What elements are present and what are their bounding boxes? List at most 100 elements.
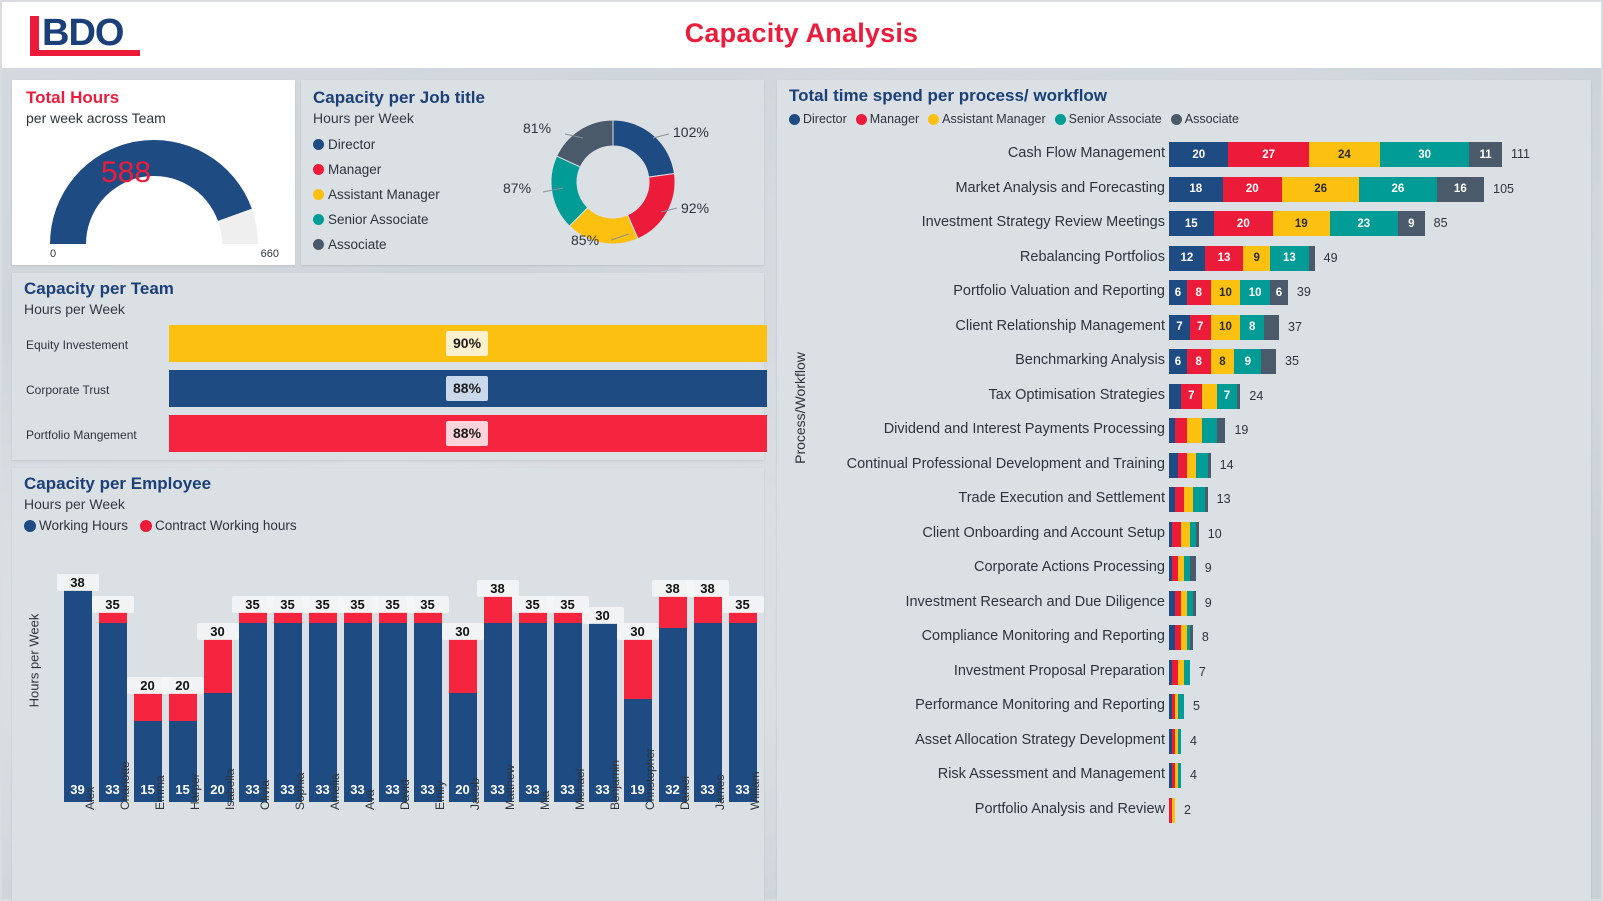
process-stacked-bar[interactable] bbox=[1169, 728, 1181, 754]
process-stacked-bar[interactable] bbox=[1169, 487, 1208, 512]
process-total-label: 10 bbox=[1207, 526, 1222, 541]
process-bar-segment bbox=[1216, 418, 1226, 443]
process-stacked-bar[interactable]: 7 7 10 8 bbox=[1169, 314, 1279, 340]
employee-bar-chart: 39 38 Alex 33 35 Charlotte 15 20 Emma 15 20 Harper 2… bbox=[56, 540, 764, 840]
dashboard-body: Total Hours per week across Team 588 0 6… bbox=[2, 68, 1601, 901]
employee-name-label: James bbox=[712, 774, 727, 810]
process-stacked-bar[interactable]: 77 bbox=[1169, 383, 1241, 409]
job-legend-label: Assistant Manager bbox=[328, 187, 440, 202]
process-stacked-bar[interactable] bbox=[1169, 452, 1211, 478]
contract-hours-segment bbox=[343, 612, 372, 623]
legend-dot-icon bbox=[313, 189, 324, 200]
process-legend-item[interactable]: Manager bbox=[855, 112, 919, 126]
process-stacked-bar[interactable] bbox=[1169, 659, 1190, 685]
contract-hours-segment bbox=[448, 639, 477, 694]
employee-legend-item[interactable]: Working Hours bbox=[24, 518, 128, 533]
process-bar-segment bbox=[1201, 418, 1217, 443]
team-bar-value: 88% bbox=[446, 376, 489, 401]
process-stacked-bar[interactable] bbox=[1169, 521, 1199, 547]
job-legend-item[interactable]: Assistant Manager bbox=[313, 182, 440, 207]
process-bar-segment bbox=[1183, 487, 1193, 512]
process-name-label: Risk Assessment and Management bbox=[937, 766, 1165, 782]
employee-bar-column[interactable]: 33 bbox=[693, 574, 722, 802]
process-name-label: Trade Execution and Settlement bbox=[958, 490, 1165, 506]
process-stacked-bar[interactable]: 18 20 26 26 16 bbox=[1169, 176, 1485, 202]
contract-hours-segment bbox=[693, 595, 722, 623]
process-bar-segment bbox=[1183, 659, 1190, 685]
process-legend-item[interactable]: Assistant Manager bbox=[928, 112, 1046, 126]
employee-y-axis-label: Hours per Week bbox=[26, 613, 42, 708]
process-name-label: Continual Professional Development and T… bbox=[846, 455, 1165, 472]
process-stacked-bar[interactable]: 12 13 9 13 bbox=[1169, 245, 1315, 271]
job-legend-item[interactable]: Senior Associate bbox=[313, 207, 440, 232]
employee-legend-item[interactable]: Contract Working hours bbox=[140, 518, 297, 533]
employee-name-label: Jacob bbox=[467, 777, 482, 810]
employee-bar-column[interactable]: 32 bbox=[658, 574, 687, 802]
process-bar-segment bbox=[1308, 245, 1315, 271]
legend-dot-icon bbox=[313, 164, 324, 175]
process-total-label: 14 bbox=[1219, 457, 1234, 472]
process-bar-segment bbox=[1264, 314, 1279, 340]
process-stacked-bar[interactable] bbox=[1169, 763, 1181, 788]
contract-hours-segment bbox=[518, 612, 547, 623]
process-bar-segment bbox=[1172, 521, 1181, 547]
process-stacked-bar[interactable]: 20 27 24 30 11 bbox=[1169, 142, 1502, 167]
contract-hours-value: 30 bbox=[196, 623, 239, 641]
process-stacked-bar[interactable] bbox=[1169, 418, 1226, 443]
process-stacked-bar[interactable]: 6 8 10 10 6 bbox=[1169, 280, 1288, 305]
employee-name-label: David bbox=[397, 779, 412, 810]
employee-bar-column[interactable]: 20 bbox=[448, 574, 477, 802]
process-bar-segment: 9 bbox=[1234, 349, 1262, 374]
process-bar-segment: 8 bbox=[1210, 349, 1235, 374]
donut-segment[interactable] bbox=[556, 119, 614, 168]
contract-hours-segment bbox=[623, 639, 652, 699]
process-stacked-bar[interactable] bbox=[1169, 556, 1196, 581]
process-bar-segment: 7 bbox=[1189, 314, 1211, 340]
process-row: Client Onboarding and Account Setup 10 bbox=[777, 518, 1591, 553]
process-name-label: Market Analysis and Forecasting bbox=[955, 179, 1165, 196]
process-total-label: 24 bbox=[1249, 388, 1264, 403]
process-legend-item[interactable]: Associate bbox=[1170, 112, 1239, 126]
process-stacked-bar[interactable]: 15 20 19 23 9 bbox=[1169, 211, 1425, 236]
contract-hours-value: 30 bbox=[616, 623, 659, 641]
process-stacked-bar[interactable] bbox=[1169, 694, 1184, 719]
job-legend-item[interactable]: Director bbox=[313, 132, 440, 157]
process-total-label: 35 bbox=[1285, 354, 1299, 368]
process-bar-segment bbox=[1261, 349, 1276, 374]
process-stacked-bar[interactable] bbox=[1169, 797, 1175, 823]
process-row: Investment Research and Due Diligence 9 bbox=[777, 587, 1591, 622]
process-row: Continual Professional Development and T… bbox=[777, 449, 1591, 484]
capacity-per-employee-card: Capacity per Employee Hours per Week Wor… bbox=[12, 468, 764, 901]
employee-name-label: Olivia bbox=[257, 779, 272, 810]
donut-segment[interactable] bbox=[626, 172, 676, 240]
process-name-label: Investment Research and Due Diligence bbox=[905, 593, 1165, 610]
process-legend-item[interactable]: Senior Associate bbox=[1054, 112, 1162, 126]
contract-hours-segment bbox=[273, 612, 302, 623]
process-legend-label: Director bbox=[803, 112, 847, 126]
process-legend: Director Manager Assistant Manager Senior A… bbox=[789, 112, 1239, 126]
process-bar-segment bbox=[1180, 521, 1190, 547]
process-name-label: Dividend and Interest Payments Processin… bbox=[883, 421, 1165, 437]
job-legend-item[interactable]: Manager bbox=[313, 157, 440, 182]
donut-segment[interactable] bbox=[612, 119, 675, 178]
team-bar-value: 88% bbox=[446, 421, 489, 446]
team-card-subtitle: Hours per Week bbox=[24, 301, 125, 317]
process-stacked-bar[interactable]: 6889 bbox=[1169, 349, 1276, 374]
process-legend-label: Associate bbox=[1184, 112, 1239, 126]
contract-hours-value: 30 bbox=[581, 606, 624, 624]
process-bar-segment bbox=[1189, 556, 1196, 581]
job-legend-item[interactable]: Associate bbox=[313, 232, 440, 257]
team-name-label: Portfolio Mangement bbox=[26, 428, 137, 442]
process-bar-segment bbox=[1192, 487, 1205, 512]
contract-hours-value: 35 bbox=[91, 596, 134, 613]
employee-name-label: Benjamin bbox=[607, 759, 622, 810]
process-bar-segment: 10 bbox=[1240, 280, 1271, 305]
process-legend-item[interactable]: Director bbox=[789, 112, 847, 126]
process-row: Asset Allocation Strategy Development 4 bbox=[777, 725, 1591, 760]
process-stacked-bar[interactable] bbox=[1169, 590, 1196, 616]
employee-bar-column[interactable]: 39 bbox=[63, 574, 92, 802]
process-stacked-bar[interactable] bbox=[1169, 625, 1193, 650]
team-name-label: Corporate Trust bbox=[26, 383, 110, 397]
process-name-label: Cash Flow Management bbox=[1007, 145, 1165, 161]
process-bar-segment: 15 bbox=[1169, 211, 1214, 236]
